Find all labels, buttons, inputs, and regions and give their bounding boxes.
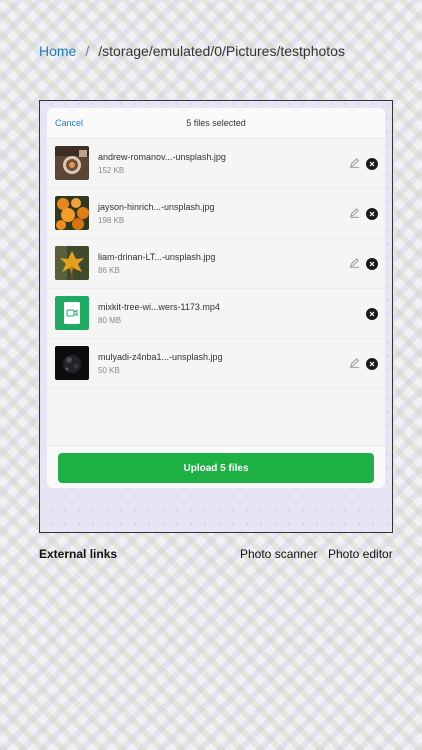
remove-file-icon[interactable] bbox=[366, 258, 378, 270]
edit-icon[interactable] bbox=[349, 357, 360, 368]
video-file-icon bbox=[55, 296, 89, 330]
remove-file-icon[interactable] bbox=[366, 208, 378, 220]
file-name: jayson-hinrich...-unsplash.jpg bbox=[98, 202, 215, 212]
file-size: 152 KB bbox=[98, 166, 125, 175]
file-size: 50 KB bbox=[98, 366, 120, 375]
remove-file-icon[interactable] bbox=[366, 308, 378, 320]
file-item: mixkit-tree-wi...wers-1173.mp4 80 MB bbox=[47, 289, 385, 339]
dialog-footer: Upload 5 files bbox=[47, 445, 385, 488]
breadcrumb-path: /storage/emulated/0/Pictures/testphotos bbox=[98, 43, 345, 59]
upload-button[interactable]: Upload 5 files bbox=[58, 453, 374, 483]
file-item: liam-drinan-LT...-unsplash.jpg 86 KB bbox=[47, 239, 385, 289]
photo-editor-link[interactable]: Photo editor bbox=[328, 547, 393, 561]
photo-scanner-link[interactable]: Photo scanner bbox=[240, 547, 317, 561]
uploader-dropzone: Cancel 5 files selected andrew-romanov..… bbox=[39, 100, 393, 533]
upload-dialog: Cancel 5 files selected andrew-romanov..… bbox=[47, 108, 385, 488]
edit-icon[interactable] bbox=[349, 257, 360, 268]
file-thumbnail bbox=[55, 146, 89, 180]
file-thumbnail bbox=[55, 246, 89, 280]
file-name: mixkit-tree-wi...wers-1173.mp4 bbox=[98, 302, 220, 312]
file-size: 80 MB bbox=[98, 316, 122, 325]
edit-icon[interactable] bbox=[349, 207, 360, 218]
remove-file-icon[interactable] bbox=[366, 358, 378, 370]
file-list: andrew-romanov...-unsplash.jpg 152 KB ja… bbox=[47, 139, 385, 389]
breadcrumb: Home / /storage/emulated/0/Pictures/testph… bbox=[39, 43, 345, 59]
file-size: 86 KB bbox=[98, 266, 120, 275]
file-item: jayson-hinrich...-unsplash.jpg 198 KB bbox=[47, 189, 385, 239]
file-item: mulyadi-z4nba1...-unsplash.jpg 50 KB bbox=[47, 339, 385, 389]
breadcrumb-separator: / bbox=[85, 43, 90, 59]
dialog-header: Cancel 5 files selected bbox=[47, 108, 385, 139]
file-item: andrew-romanov...-unsplash.jpg 152 KB bbox=[47, 139, 385, 189]
file-name: mulyadi-z4nba1...-unsplash.jpg bbox=[98, 352, 223, 362]
file-size: 198 KB bbox=[98, 216, 125, 225]
file-thumbnail bbox=[55, 346, 89, 380]
dialog-title: 5 files selected bbox=[186, 118, 246, 128]
file-name: andrew-romanov...-unsplash.jpg bbox=[98, 152, 226, 162]
remove-file-icon[interactable] bbox=[366, 158, 378, 170]
edit-icon[interactable] bbox=[349, 157, 360, 168]
external-links-heading: External links bbox=[39, 547, 118, 561]
breadcrumb-home-link[interactable]: Home bbox=[39, 43, 76, 59]
file-name: liam-drinan-LT...-unsplash.jpg bbox=[98, 252, 216, 262]
file-thumbnail bbox=[55, 196, 89, 230]
